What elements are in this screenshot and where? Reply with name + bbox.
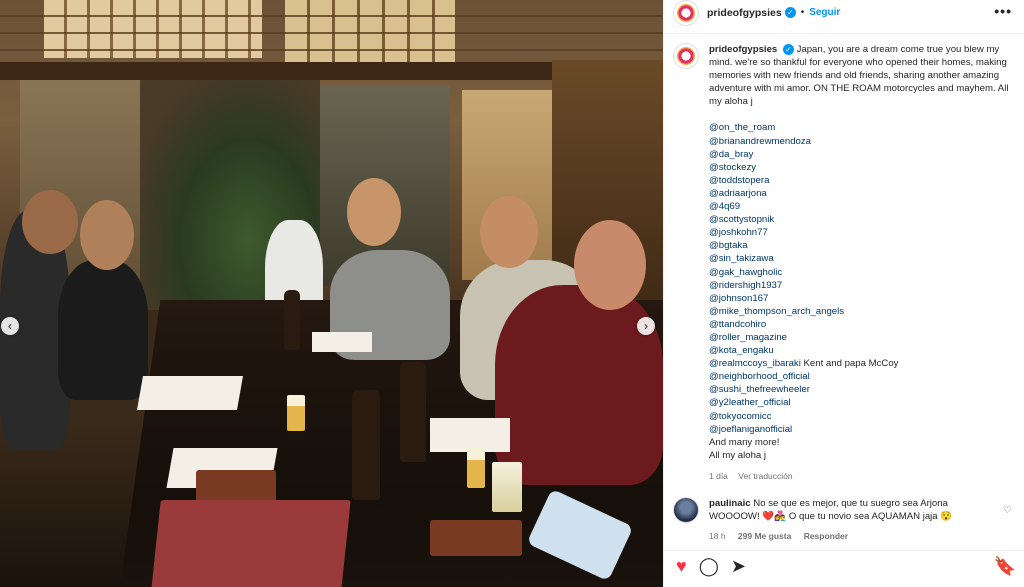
post-photo[interactable]: ‹ ›	[0, 0, 663, 587]
mention-link[interactable]: @adriaarjona	[709, 187, 1014, 200]
photo-glass	[492, 462, 522, 512]
more-options-icon[interactable]: •••	[994, 3, 1012, 19]
mention-link[interactable]: @sin_takizawa	[709, 252, 1014, 265]
mention-link[interactable]: @gak_hawgholic	[709, 266, 1014, 279]
photo-bottle	[352, 390, 380, 500]
comment-age: 18 h	[709, 531, 726, 541]
photo-person-2-head	[80, 200, 134, 270]
caption-username[interactable]: prideofgypsies	[709, 44, 777, 55]
mention-link[interactable]: @kota_engaku	[709, 344, 1014, 357]
photo-paper	[137, 376, 243, 410]
mention-link[interactable]: @4q69	[709, 200, 1014, 213]
comment-item: paulinaic No se que es mejor, que tu sue…	[673, 497, 1018, 543]
reply-button[interactable]: Responder	[804, 531, 848, 541]
caption-meta: 1 día Ver traducción	[709, 470, 1014, 483]
photo-person-2-body	[58, 260, 148, 400]
photo-basket	[430, 520, 522, 556]
share-paper-plane-icon[interactable]: ➤	[731, 557, 746, 575]
commenter-username[interactable]: paulinaic	[709, 498, 751, 509]
photo-paper	[430, 418, 510, 452]
comment-body: paulinaic No se que es mejor, que tu sue…	[709, 497, 999, 543]
verified-badge-icon: ✓	[782, 43, 794, 55]
previous-photo-button[interactable]: ‹	[1, 317, 19, 335]
post-header: prideofgypsies ✓ • Seguir •••	[664, 0, 1024, 26]
photo-menu-book	[151, 500, 351, 587]
commenter-avatar[interactable]	[673, 497, 699, 523]
mention-link[interactable]: @stockezy	[709, 161, 1014, 174]
header-divider	[664, 33, 1024, 34]
mention-link[interactable]: @toddstopera	[709, 174, 1014, 187]
chevron-right-icon: ›	[644, 319, 648, 333]
mention-link[interactable]: @joeflaniganofficial	[709, 423, 1014, 436]
pride-of-gypsies-logo-icon	[677, 3, 695, 22]
mention-link[interactable]: @da_bray	[709, 148, 1014, 161]
verified-badge-icon: ✓	[784, 7, 796, 18]
photo-lattice	[0, 0, 663, 64]
mention-link[interactable]: @joshkohn77	[709, 226, 1014, 239]
mention-row: @realmccoys_ibaraki Kent and papa McCoy	[709, 357, 1014, 370]
comment-bubble-icon[interactable]: ◯	[699, 557, 719, 575]
mention-note: Kent and papa McCoy	[800, 358, 899, 370]
author-avatar[interactable]	[673, 0, 699, 26]
mention-link[interactable]: @scottystopnik	[709, 213, 1014, 226]
mention-link[interactable]: @tokyocomicc	[709, 410, 1014, 423]
caption-author-avatar[interactable]	[673, 43, 699, 69]
like-heart-icon[interactable]: ♥	[676, 557, 687, 575]
chevron-left-icon: ‹	[8, 319, 12, 333]
mention-link[interactable]: @sushi_thefreewheeler	[709, 383, 1014, 396]
comment-meta: 18 h 299 Me gusta Responder	[709, 530, 999, 543]
follow-button[interactable]: Seguir	[809, 7, 840, 18]
mention-link[interactable]: @neighborhood_official	[709, 370, 1014, 383]
header-separator: •	[800, 7, 805, 18]
photo-bottle	[400, 362, 426, 462]
photo-basket	[196, 470, 276, 502]
pride-of-gypsies-logo-icon	[677, 47, 695, 65]
post-age: 1 día	[709, 470, 728, 481]
caption-tags: @on_the_roam @brianandrewmendoza @da_bra…	[709, 121, 1014, 461]
see-translation-button[interactable]: Ver traducción	[738, 471, 792, 481]
author-username[interactable]: prideofgypsies	[707, 7, 782, 19]
mention-link[interactable]: @ridershigh1937	[709, 279, 1014, 292]
mention-link[interactable]: @on_the_roam	[709, 121, 1014, 134]
photo-bottle	[284, 290, 300, 350]
mention-link[interactable]: @johnson167	[709, 292, 1014, 305]
like-comment-heart-icon[interactable]: ♡	[1003, 505, 1012, 516]
save-bookmark-icon[interactable]: 🔖	[994, 556, 1016, 577]
mention-link[interactable]: @realmccoys_ibaraki	[709, 358, 801, 369]
photo-person-3-head	[347, 178, 401, 246]
post-actions: ♥ ◯ ➤	[676, 557, 758, 575]
mention-link[interactable]: @ttandcohiro	[709, 318, 1014, 331]
photo-glass	[467, 448, 485, 488]
mention-link[interactable]: @roller_magazine	[709, 331, 1014, 344]
caption-text-block: prideofgypsies ✓ Japan, you are a dream …	[709, 43, 1014, 483]
mention-link[interactable]: @mike_thompson_arch_angels	[709, 305, 1014, 318]
photo-person-1-head	[22, 190, 78, 254]
next-photo-button[interactable]: ›	[637, 317, 655, 335]
photo-paper	[312, 332, 372, 352]
photo-person-5-body	[495, 285, 663, 485]
caption-closing-line: All my aloha j	[709, 449, 767, 461]
comment-likes[interactable]: 299 Me gusta	[738, 531, 791, 541]
caption: prideofgypsies ✓ Japan, you are a dream …	[673, 43, 1018, 483]
photo-person-4-head	[480, 196, 538, 268]
photo-glass	[287, 395, 305, 431]
caption-closing-line: And many more!	[709, 436, 780, 448]
photo-person-5-head	[574, 220, 646, 310]
mention-link[interactable]: @brianandrewmendoza	[709, 135, 1014, 148]
actions-divider	[664, 550, 1024, 551]
mention-link[interactable]: @y2leather_official	[709, 396, 1014, 409]
mention-link[interactable]: @bgtaka	[709, 239, 1014, 252]
post-side-panel: prideofgypsies ✓ • Seguir ••• prideofgyp…	[663, 0, 1024, 587]
